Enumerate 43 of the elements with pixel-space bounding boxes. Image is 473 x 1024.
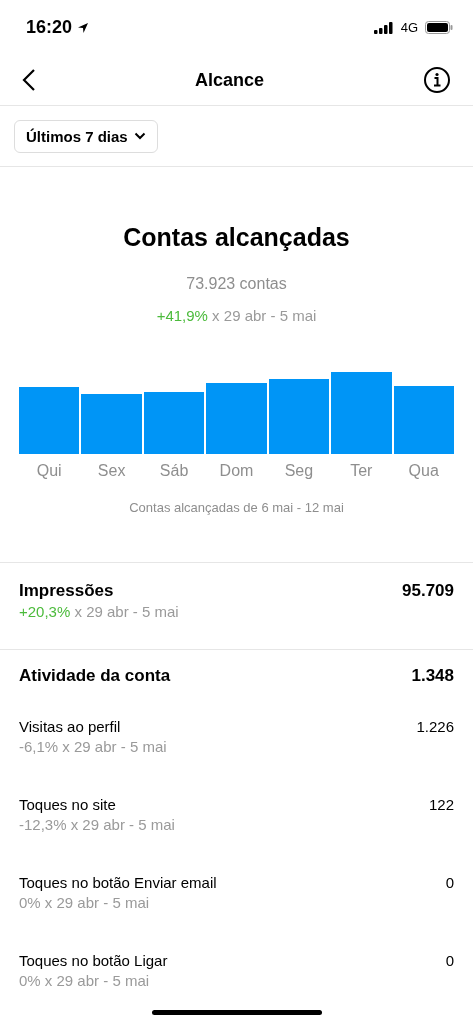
metric-value: 122 xyxy=(428,796,454,813)
change-text: +41,9% x 29 abr - 5 mai xyxy=(155,307,318,324)
signal-icon xyxy=(373,21,394,34)
chart-bar xyxy=(19,386,80,454)
metric-label: Toques no botão Ligar xyxy=(19,952,168,969)
date-range-dropdown[interactable]: Últimos 7 dias xyxy=(14,119,158,153)
day-label: Ter xyxy=(350,462,373,480)
metric-value: 0 xyxy=(445,874,454,891)
chevron-down-icon xyxy=(133,132,146,140)
metric-label: Visitas ao perfil xyxy=(19,718,121,735)
change-text: +20,3% x 29 abr - 5 mai xyxy=(19,603,179,620)
chart-bar xyxy=(206,383,267,454)
metric-value: 1.348 xyxy=(411,666,454,686)
change-text: 0% x 29 abr - 5 mai xyxy=(19,894,151,911)
metric-value: 0 xyxy=(445,952,454,969)
location-arrow-icon xyxy=(77,21,90,34)
change-text: 0% x 29 abr - 5 mai xyxy=(19,972,151,989)
network-label: 4G xyxy=(400,20,418,35)
metric-value: 1.226 xyxy=(416,718,454,735)
screen-title: Alcance xyxy=(194,69,264,91)
metric-label: Impressões xyxy=(19,581,114,600)
day-label: Sáb xyxy=(159,462,189,480)
back-icon[interactable] xyxy=(22,68,36,92)
battery-icon xyxy=(425,21,453,34)
day-label: Qui xyxy=(36,462,62,480)
change-text: -6,1% x 29 abr - 5 mai xyxy=(19,738,167,755)
metric-label: Atividade da conta xyxy=(19,666,171,686)
chart-bar xyxy=(143,391,205,454)
change-text: -12,3% x 29 abr - 5 mai xyxy=(19,816,175,833)
day-label: Seg xyxy=(284,462,314,480)
day-label: Dom xyxy=(219,462,254,480)
chart-bar xyxy=(81,394,142,454)
status-time: 16:20 xyxy=(26,17,73,38)
chart-bar xyxy=(393,385,454,454)
info-icon[interactable] xyxy=(423,66,451,94)
metric-label: Toques no site xyxy=(19,796,116,813)
chart-caption: Contas alcançadas de 6 mai - 12 mai xyxy=(128,500,345,515)
metric-label: Toques no botão Enviar email xyxy=(19,874,217,891)
day-label: Qua xyxy=(408,462,439,480)
day-label: Sex xyxy=(97,462,126,480)
metric-value: 95.709 xyxy=(402,581,454,601)
accounts-count: 73.923 contas xyxy=(185,275,288,293)
section-title: Contas alcançadas xyxy=(122,223,351,252)
